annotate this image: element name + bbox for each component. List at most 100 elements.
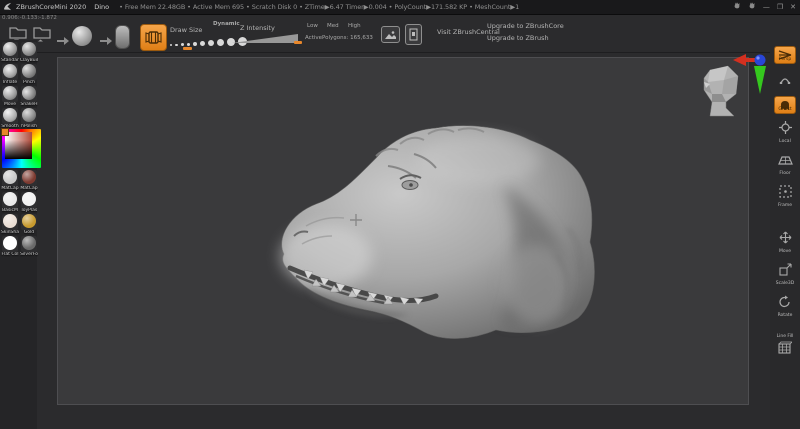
material-thumb-icon bbox=[22, 214, 36, 228]
lsym-button[interactable] bbox=[779, 69, 791, 89]
material-label: BasicM bbox=[0, 208, 20, 213]
local-button[interactable]: Local bbox=[779, 119, 792, 144]
material-basic[interactable]: BasicM bbox=[2, 192, 18, 208]
axis-gizmo[interactable] bbox=[730, 50, 770, 98]
material-flatcolor[interactable]: Flat Col bbox=[2, 236, 18, 252]
brush-thumb-icon bbox=[3, 64, 17, 78]
window-controls: — ❐ ✕ bbox=[733, 0, 796, 14]
brush-pinch[interactable]: Pinch bbox=[21, 64, 37, 80]
low-label[interactable]: Low bbox=[307, 23, 318, 29]
ghost-button[interactable]: Ghost bbox=[774, 96, 796, 112]
brush-hpolish[interactable]: hPolish bbox=[21, 108, 37, 124]
minimize-button[interactable]: — bbox=[763, 3, 770, 11]
brush-label: Standar bbox=[0, 58, 20, 63]
brush-label: Inflate bbox=[0, 80, 20, 85]
frame-button[interactable]: Frame bbox=[778, 183, 792, 208]
z-axis-highlight bbox=[756, 56, 759, 59]
persp-label: Persp bbox=[779, 57, 791, 62]
brush-thumb-icon bbox=[3, 42, 17, 56]
material-label: Gold bbox=[19, 230, 39, 235]
x-axis-cone bbox=[733, 54, 746, 66]
title-bar: ZBrushCoreMini 2020 Dino • Free Mem 22.4… bbox=[0, 0, 800, 15]
brush-thumb-icon bbox=[22, 42, 36, 56]
brush-palette: Standar ClayBuil Inflate Pinch Move Snak… bbox=[2, 42, 37, 124]
material-gold[interactable]: Gold bbox=[21, 214, 37, 230]
hand-icon[interactable] bbox=[748, 2, 756, 12]
scale3d-icon bbox=[779, 261, 792, 280]
upgrade-zbrush-link[interactable]: Upgrade to ZBrush bbox=[487, 34, 549, 42]
zbrush-logo-icon bbox=[3, 2, 12, 13]
local-icon bbox=[779, 119, 792, 138]
z-intensity-slider[interactable] bbox=[232, 30, 302, 49]
material-silver[interactable]: SilverFo bbox=[21, 236, 37, 252]
brush-label: Pinch bbox=[19, 80, 39, 85]
brush-thumb-icon bbox=[3, 108, 17, 122]
material-palette: MatCap MatCap BasicM ToyPlas SkinSha Gol… bbox=[2, 170, 37, 252]
brush-move[interactable]: Move bbox=[2, 86, 18, 102]
brush-thumb-icon bbox=[3, 86, 17, 100]
export-3d-print-button[interactable] bbox=[405, 24, 422, 45]
dynamic-label: Dynamic bbox=[213, 21, 240, 27]
brush-thumb-icon bbox=[22, 64, 36, 78]
med-label[interactable]: Med bbox=[327, 23, 339, 29]
material-skinshade[interactable]: SkinSha bbox=[2, 214, 18, 230]
y-axis-cone bbox=[754, 66, 766, 94]
frame-icon bbox=[779, 183, 792, 202]
material-thumb-icon bbox=[22, 236, 36, 250]
primitive-capsule-button[interactable] bbox=[115, 25, 130, 49]
cursor-coordinates: 0.906:-0.133:-1.872 bbox=[2, 15, 57, 21]
move-canvas-button[interactable]: Move bbox=[779, 229, 792, 254]
restore-button[interactable]: ❐ bbox=[777, 3, 783, 11]
material-toyplastic[interactable]: ToyPlas bbox=[21, 192, 37, 208]
brush-smooth[interactable]: Smooth bbox=[2, 108, 18, 124]
scale3d-button[interactable]: Scale3D bbox=[776, 261, 794, 286]
move-icon bbox=[779, 229, 792, 248]
sculpt-canvas[interactable] bbox=[57, 57, 749, 405]
z-intensity-marker[interactable] bbox=[294, 41, 302, 44]
color-picker[interactable] bbox=[2, 129, 41, 168]
material-label: MatCap bbox=[19, 186, 39, 191]
ghost-label: Ghost bbox=[778, 107, 791, 112]
close-button[interactable]: ✕ bbox=[790, 3, 796, 11]
right-shelf: Persp Ghost Local Floor Frame Move bbox=[770, 40, 800, 429]
material-label: SkinSha bbox=[0, 230, 20, 235]
floor-button[interactable]: Floor bbox=[778, 151, 793, 176]
material-thumb-icon bbox=[3, 236, 17, 250]
brush-label: SnakeH bbox=[19, 102, 39, 107]
scale3d-label: Scale3D bbox=[776, 281, 794, 286]
local-label: Local bbox=[779, 139, 791, 144]
linefill-label: Line Fill bbox=[777, 334, 794, 339]
dynamesh-button[interactable] bbox=[140, 24, 167, 51]
brush-inflate[interactable]: Inflate bbox=[2, 64, 18, 80]
frame-label: Frame bbox=[778, 203, 792, 208]
material-matcap-red[interactable]: MatCap bbox=[21, 170, 37, 186]
rotate-canvas-button[interactable]: Rotate bbox=[778, 293, 793, 318]
upgrade-zbrushcore-link[interactable]: Upgrade to ZBrushCore bbox=[487, 22, 564, 30]
linefill-icon bbox=[777, 340, 792, 359]
active-polygons-readout: ActivePolygons: 165,633 bbox=[305, 35, 373, 41]
brush-label: ClayBuil bbox=[19, 58, 39, 63]
material-label: ToyPlas bbox=[19, 208, 39, 213]
export-image-button[interactable] bbox=[381, 26, 400, 43]
hand-icon[interactable] bbox=[733, 2, 741, 12]
draw-size-marker[interactable] bbox=[183, 47, 192, 50]
linefill-button[interactable]: Line Fill bbox=[777, 333, 794, 359]
saturation-value-square[interactable] bbox=[5, 132, 32, 159]
floor-label: Floor bbox=[779, 171, 790, 176]
brush-thumb-icon bbox=[22, 86, 36, 100]
material-label: SilverFo bbox=[19, 252, 39, 257]
rotate-label: Rotate bbox=[778, 313, 793, 318]
floor-icon bbox=[778, 151, 793, 170]
persp-button[interactable]: Persp bbox=[774, 46, 796, 62]
app-title: ZBrushCoreMini 2020 bbox=[16, 3, 86, 11]
new-sphere-button[interactable] bbox=[72, 26, 92, 46]
rotate-icon bbox=[778, 293, 791, 312]
document-name: Dino bbox=[94, 3, 109, 11]
high-label[interactable]: High bbox=[348, 23, 361, 29]
material-thumb-icon bbox=[22, 170, 36, 184]
brush-claybuildup[interactable]: ClayBuil bbox=[21, 42, 37, 58]
brush-standard[interactable]: Standar bbox=[2, 42, 18, 58]
trex-sculpture bbox=[58, 58, 748, 404]
material-matcap-gray[interactable]: MatCap bbox=[2, 170, 18, 186]
brush-snakehook[interactable]: SnakeH bbox=[21, 86, 37, 102]
